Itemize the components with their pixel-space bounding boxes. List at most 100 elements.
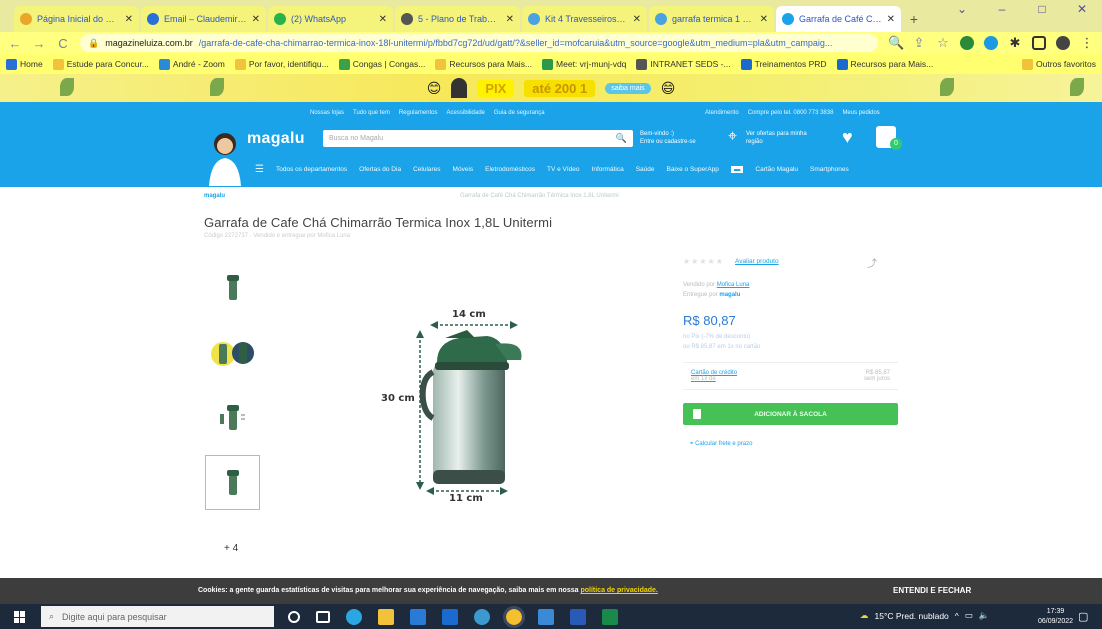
tab-close-icon[interactable]: ✕	[760, 14, 768, 25]
tab-close-icon[interactable]: ✕	[506, 14, 514, 25]
chrome-icon[interactable]	[503, 605, 525, 628]
promo-banner[interactable]: 😊 PIX até 200 1 saiba mais 😄	[0, 74, 1102, 102]
review-link[interactable]: Avaliar produto	[735, 258, 779, 265]
calculate-freight-link[interactable]: ⌖ Calcular frete e prazo	[690, 441, 752, 448]
payment-option-card[interactable]: Cartão de crédito em 1x de R$ 85,87 sem …	[683, 362, 898, 390]
category-nav-item[interactable]: Smartphones	[810, 166, 849, 173]
extensions-puzzle-icon[interactable]: ✱	[1008, 35, 1022, 51]
weather-text[interactable]: 15°C Pred. nublado	[875, 611, 949, 621]
category-nav-item[interactable]: Informática	[592, 166, 624, 173]
search-input[interactable]: Busca no Magalu 🔍	[323, 130, 633, 147]
teams-icon[interactable]	[538, 608, 554, 625]
extension-icon[interactable]	[960, 36, 974, 50]
mail-icon[interactable]	[442, 608, 458, 625]
browser-tab[interactable]: Garrafa de Café Chá C ✕	[776, 6, 901, 32]
bookmark-item[interactable]: Recursos para Mais...	[435, 58, 532, 70]
network-icon[interactable]: ▭	[965, 610, 973, 621]
bookmark-item[interactable]: Recursos para Mais...	[836, 58, 933, 70]
windows-start-icon[interactable]	[14, 611, 26, 623]
bookmark-item[interactable]: INTRANET SEDS -...	[636, 58, 731, 70]
privacy-policy-link[interactable]: política de privacidade.	[580, 587, 657, 594]
profile-avatar[interactable]	[1056, 36, 1070, 50]
product-thumbnail-selected[interactable]	[205, 455, 260, 510]
task-view-icon[interactable]	[316, 610, 330, 623]
header-link[interactable]: Meus pedidos	[842, 110, 879, 116]
menu-hamburger-icon[interactable]: ☰	[255, 164, 264, 175]
url-input[interactable]: 🔒 magazineluiza.com.br /garrafa-de-cafe-…	[80, 34, 878, 52]
category-nav-item[interactable]: Todos os departamentos	[276, 166, 347, 173]
forward-icon[interactable]: →	[32, 36, 46, 51]
category-nav-item[interactable]: Ofertas do Dia	[359, 166, 401, 173]
category-nav-item[interactable]: Baixe o SuperApp	[666, 166, 718, 173]
product-thumbnail[interactable]	[205, 390, 260, 445]
tab-search-icon[interactable]: ⌄	[942, 2, 982, 16]
taskbar-search-input[interactable]: ⌕ Digite aqui para pesquisar	[41, 606, 274, 627]
extension-icon[interactable]	[984, 36, 998, 50]
new-tab-button[interactable]: +	[903, 6, 925, 32]
bookmark-item[interactable]: Meet: vrj-munj-vdq	[542, 58, 626, 70]
browser-tab[interactable]: Email – Claudemir Luc ✕	[141, 6, 266, 32]
header-link[interactable]: Tudo que tem	[353, 110, 390, 116]
header-link[interactable]: Atendimento	[705, 110, 739, 116]
bookmark-item[interactable]: Outros favoritos	[1022, 58, 1096, 70]
file-explorer-icon[interactable]	[378, 608, 394, 625]
tab-close-icon[interactable]: ✕	[125, 14, 133, 25]
notification-icon[interactable]: ▢	[1078, 610, 1088, 623]
header-link[interactable]: Acessibilidade	[447, 110, 485, 116]
search-icon[interactable]: 🔍	[616, 133, 627, 144]
breadcrumb-home[interactable]: magalu	[204, 193, 225, 199]
word-icon[interactable]	[570, 608, 586, 625]
favorites-heart-icon[interactable]: ♥	[842, 127, 853, 148]
category-nav-item[interactable]: Saúde	[636, 166, 655, 173]
bookmark-star-icon[interactable]: ☆	[936, 35, 950, 51]
add-to-bag-button[interactable]: ADICIONAR À SACOLA	[683, 403, 898, 425]
category-nav-item[interactable]: Celulares	[413, 166, 440, 173]
product-thumbnail[interactable]	[205, 260, 260, 315]
excel-icon[interactable]	[602, 608, 618, 625]
header-link[interactable]: Nossas lojas	[310, 110, 344, 116]
close-window-button[interactable]: ✕	[1062, 2, 1102, 16]
minimize-button[interactable]: –	[982, 2, 1022, 16]
tab-close-icon[interactable]: ✕	[633, 14, 641, 25]
browser-tab[interactable]: Página Inicial do Micro ✕	[14, 6, 139, 32]
share-icon[interactable]: ⤴	[867, 255, 877, 270]
bookmark-item[interactable]: Treinamentos PRD	[740, 58, 827, 70]
taskbar-clock[interactable]: 17:39 06/09/2022	[1038, 607, 1073, 627]
more-images-link[interactable]: + 4	[224, 543, 238, 554]
edge-icon[interactable]	[346, 608, 362, 625]
tab-close-icon[interactable]: ✕	[379, 14, 387, 25]
cortana-icon[interactable]	[288, 610, 300, 623]
login-link[interactable]: Bem-vindo :) Entre ou cadastre-se	[640, 130, 720, 146]
share-icon[interactable]: ⇪	[912, 35, 926, 51]
maximize-button[interactable]: □	[1022, 2, 1062, 16]
promo-chip[interactable]: saiba mais	[605, 82, 651, 94]
category-nav-item[interactable]: Eletrodomésticos	[485, 166, 535, 173]
bookmark-item[interactable]: Congas | Congas...	[338, 58, 425, 70]
chevron-up-icon[interactable]: ^	[955, 611, 959, 621]
product-thumbnail[interactable]	[205, 325, 260, 380]
back-icon[interactable]: ←	[8, 36, 22, 51]
tab-close-icon[interactable]: ✕	[887, 14, 895, 25]
accept-cookies-button[interactable]: ENTENDI E FECHAR	[893, 586, 971, 595]
reload-icon[interactable]: C	[56, 36, 70, 51]
volume-icon[interactable]: 🔈	[979, 610, 990, 621]
header-link[interactable]: Guia de segurança	[494, 110, 545, 116]
bookmark-item[interactable]: André - Zoom	[158, 58, 225, 70]
header-link[interactable]: Regulamentos	[399, 110, 438, 116]
app-icon[interactable]	[474, 608, 490, 625]
magalu-logo[interactable]: magalu	[247, 130, 305, 148]
category-nav-item[interactable]: Móveis	[453, 166, 474, 173]
browser-tab[interactable]: 5 - Plano de Trabalho - ✕	[395, 6, 520, 32]
location-link[interactable]: Ver ofertas para minha região	[746, 130, 816, 146]
header-link[interactable]: Compre pelo tel. 0800 773 3838	[748, 110, 834, 116]
zoom-icon[interactable]: 🔍	[888, 35, 904, 51]
location-pin-icon[interactable]: ⌖	[728, 128, 737, 146]
sidepanel-icon[interactable]	[1032, 36, 1046, 50]
breadcrumb[interactable]: Garrafa de Café Chá Chimarrão Térmica In…	[460, 193, 619, 199]
browser-tab[interactable]: garrafa termica 1 8l ino ✕	[649, 6, 774, 32]
product-main-image[interactable]	[375, 300, 535, 510]
browser-tab[interactable]: Kit 4 Travesseiros Fazio ✕	[522, 6, 647, 32]
category-nav-item[interactable]: TV e Vídeo	[547, 166, 580, 173]
seller-link[interactable]: Mofica Luna	[717, 282, 750, 288]
bookmark-item[interactable]: Por favor, identifiqu...	[234, 58, 329, 70]
